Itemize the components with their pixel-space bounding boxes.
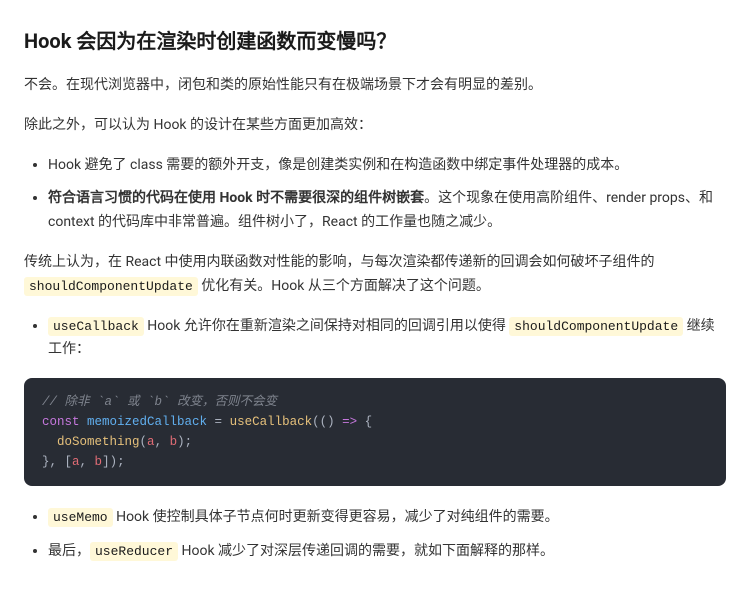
heading: Hook 会因为在渲染时创建函数而变慢吗？ — [24, 24, 726, 58]
inline-code: shouldComponentUpdate — [24, 277, 198, 296]
paragraph-intro: 不会。在现代浏览器中，闭包和类的原始性能只有在极端场景下才会有明显的差别。 — [24, 74, 726, 98]
code-block: // 除非 `a` 或 `b` 改变，否则不会变 const memoizedC… — [24, 378, 726, 486]
inline-code: useCallback — [48, 317, 144, 336]
paragraph-efficiency: 除此之外，可以认为 Hook 的设计在某些方面更加高效： — [24, 114, 726, 138]
list-item: useCallback Hook 允许你在重新渲染之间保持对相同的回调引用以使得… — [48, 315, 726, 363]
list-item: 符合语言习惯的代码在使用 Hook 时不需要很深的组件树嵌套。这个现象在使用高阶… — [48, 187, 726, 235]
list-efficiency: Hook 避免了 class 需要的额外开支，像是创建类实例和在构造函数中绑定事… — [24, 154, 726, 235]
list-item: useMemo Hook 使控制具体子节点何时更新变得更容易，减少了对纯组件的需… — [48, 506, 726, 530]
list-item-bold: 符合语言习惯的代码在使用 Hook 时不需要很深的组件树嵌套 — [48, 190, 424, 206]
list-solutions: useCallback Hook 允许你在重新渲染之间保持对相同的回调引用以使得… — [24, 315, 726, 363]
paragraph-tradition: 传统上认为，在 React 中使用内联函数对性能的影响，与每次渲染都传递新的回调… — [24, 251, 726, 299]
list-solutions-cont: useMemo Hook 使控制具体子节点何时更新变得更容易，减少了对纯组件的需… — [24, 506, 726, 564]
list-item: Hook 避免了 class 需要的额外开支，像是创建类实例和在构造函数中绑定事… — [48, 154, 726, 178]
inline-code: useReducer — [90, 542, 178, 561]
inline-code: shouldComponentUpdate — [509, 317, 683, 336]
list-item: 最后，useReducer Hook 减少了对深层传递回调的需要，就如下面解释的… — [48, 540, 726, 564]
inline-code: useMemo — [48, 508, 113, 527]
